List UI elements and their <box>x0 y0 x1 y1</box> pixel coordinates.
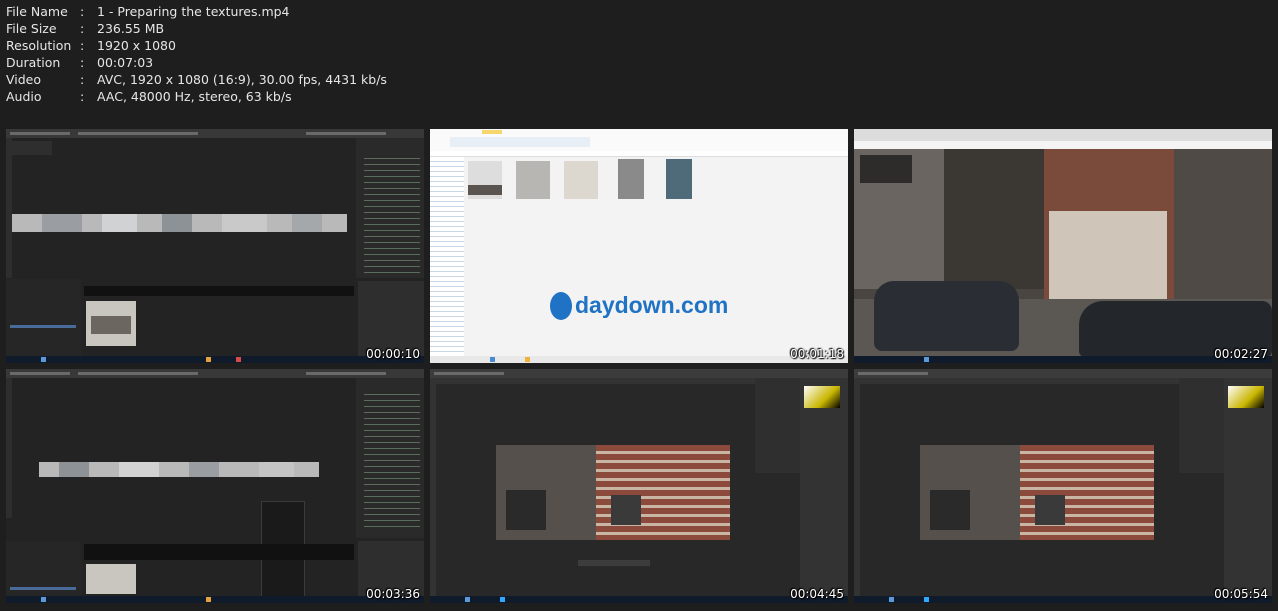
address-bar <box>430 151 848 157</box>
timestamp: 00:04:45 <box>790 587 844 601</box>
thumbnail-2[interactable]: daydown.com 00:01:18 <box>430 129 848 363</box>
duration-label: Duration <box>6 55 61 70</box>
street-dark-building <box>944 149 1044 289</box>
file-name-value: 1 - Preparing the textures.mp4 <box>97 4 290 19</box>
file-size-value: 236.55 MB <box>97 21 165 36</box>
thumbnail-1[interactable]: 00:00:10 <box>6 129 424 363</box>
taskbar <box>430 356 848 363</box>
tools-panel <box>854 384 860 596</box>
building-entrance <box>1049 211 1167 306</box>
photoshop-menubar <box>430 369 848 378</box>
file-name-label: File Name <box>6 4 68 19</box>
file-thumb[interactable] <box>618 159 644 199</box>
separator: : <box>80 55 85 70</box>
thumbnail-3[interactable]: 00:02:27 <box>854 129 1272 363</box>
taskbar <box>6 596 424 603</box>
blender-menubar <box>6 369 424 378</box>
separator: : <box>80 38 85 53</box>
logo-icon <box>550 292 572 320</box>
image-row <box>84 544 354 560</box>
thumbnail-5[interactable]: 00:04:45 <box>430 369 848 603</box>
thumbnail-4[interactable]: 00:03:36 <box>6 369 424 603</box>
separator: : <box>80 4 85 19</box>
resolution-value: 1920 x 1080 <box>97 38 176 53</box>
blender-info-text <box>12 141 52 155</box>
tools-panel <box>430 384 436 596</box>
outliner-list <box>364 155 420 277</box>
separator: : <box>80 72 85 87</box>
file-info-row: Resolution : 1920 x 1080 <box>6 37 387 54</box>
taskbar <box>854 596 1272 603</box>
taskbar <box>430 596 848 603</box>
timestamp: 00:01:18 <box>790 347 844 361</box>
audio-value: AAC, 48000 Hz, stereo, 63 kb/s <box>97 89 292 104</box>
navigation-pane <box>430 157 464 357</box>
photoshop-menubar <box>854 369 1272 378</box>
resolution-label: Resolution <box>6 38 72 53</box>
video-value: AVC, 1920 x 1080 (16:9), 30.00 fps, 4431… <box>97 72 387 87</box>
file-browser-tree <box>6 541 81 597</box>
thumbnail-6[interactable]: 00:05:54 <box>854 369 1272 603</box>
file-info-row: Duration : 00:07:03 <box>6 54 387 71</box>
blender-toolbar <box>6 378 12 518</box>
watermark: daydown.com <box>548 289 730 323</box>
separator: : <box>80 21 85 36</box>
properties-panel <box>358 281 424 357</box>
canvas-facade-image <box>496 445 730 540</box>
properties-panel <box>800 378 848 596</box>
blender-toolbar <box>6 138 12 278</box>
explorer-ribbon <box>430 129 848 152</box>
duration-value: 00:07:03 <box>97 55 154 70</box>
outliner-list <box>364 391 420 531</box>
texture-strip <box>39 462 319 477</box>
file-info-row: File Size : 236.55 MB <box>6 20 387 37</box>
image-preview <box>86 301 136 346</box>
taskbar <box>6 356 424 363</box>
file-info-row: Audio : AAC, 48000 Hz, stereo, 63 kb/s <box>6 88 387 105</box>
file-size-label: File Size <box>6 21 57 36</box>
layers-panel <box>1179 378 1224 473</box>
location-card[interactable] <box>860 155 912 183</box>
timestamp: 00:00:10 <box>366 347 420 361</box>
contextual-taskbar[interactable] <box>578 560 650 566</box>
street-right-building <box>1174 149 1272 309</box>
file-thumb[interactable] <box>516 161 550 199</box>
blender-menubar <box>6 129 424 138</box>
parked-car-left <box>874 281 1019 351</box>
texture-strip <box>12 214 347 232</box>
timestamp: 00:03:36 <box>366 587 420 601</box>
audio-label: Audio <box>6 89 42 104</box>
timestamp: 00:02:27 <box>1214 347 1268 361</box>
separator: : <box>80 89 85 104</box>
file-thumb[interactable] <box>666 159 692 199</box>
file-info: File Name : 1 - Preparing the textures.m… <box>6 3 387 105</box>
layers-panel <box>755 378 800 473</box>
image-row <box>84 286 354 296</box>
watermark-text: daydown.com <box>575 292 729 318</box>
file-thumb[interactable] <box>468 161 502 199</box>
browser-address-bar <box>854 141 1272 149</box>
image-preview <box>86 564 136 594</box>
video-label: Video <box>6 72 42 87</box>
taskbar <box>854 356 1272 363</box>
timestamp: 00:05:54 <box>1214 587 1268 601</box>
file-thumb[interactable] <box>564 161 598 199</box>
file-info-row: File Name : 1 - Preparing the textures.m… <box>6 3 387 20</box>
browser-tabs <box>854 129 1272 141</box>
file-browser-tree <box>6 279 81 357</box>
canvas-facade-image <box>920 445 1154 540</box>
file-info-row: Video : AVC, 1920 x 1080 (16:9), 30.00 f… <box>6 71 387 88</box>
properties-panel <box>1224 378 1272 596</box>
